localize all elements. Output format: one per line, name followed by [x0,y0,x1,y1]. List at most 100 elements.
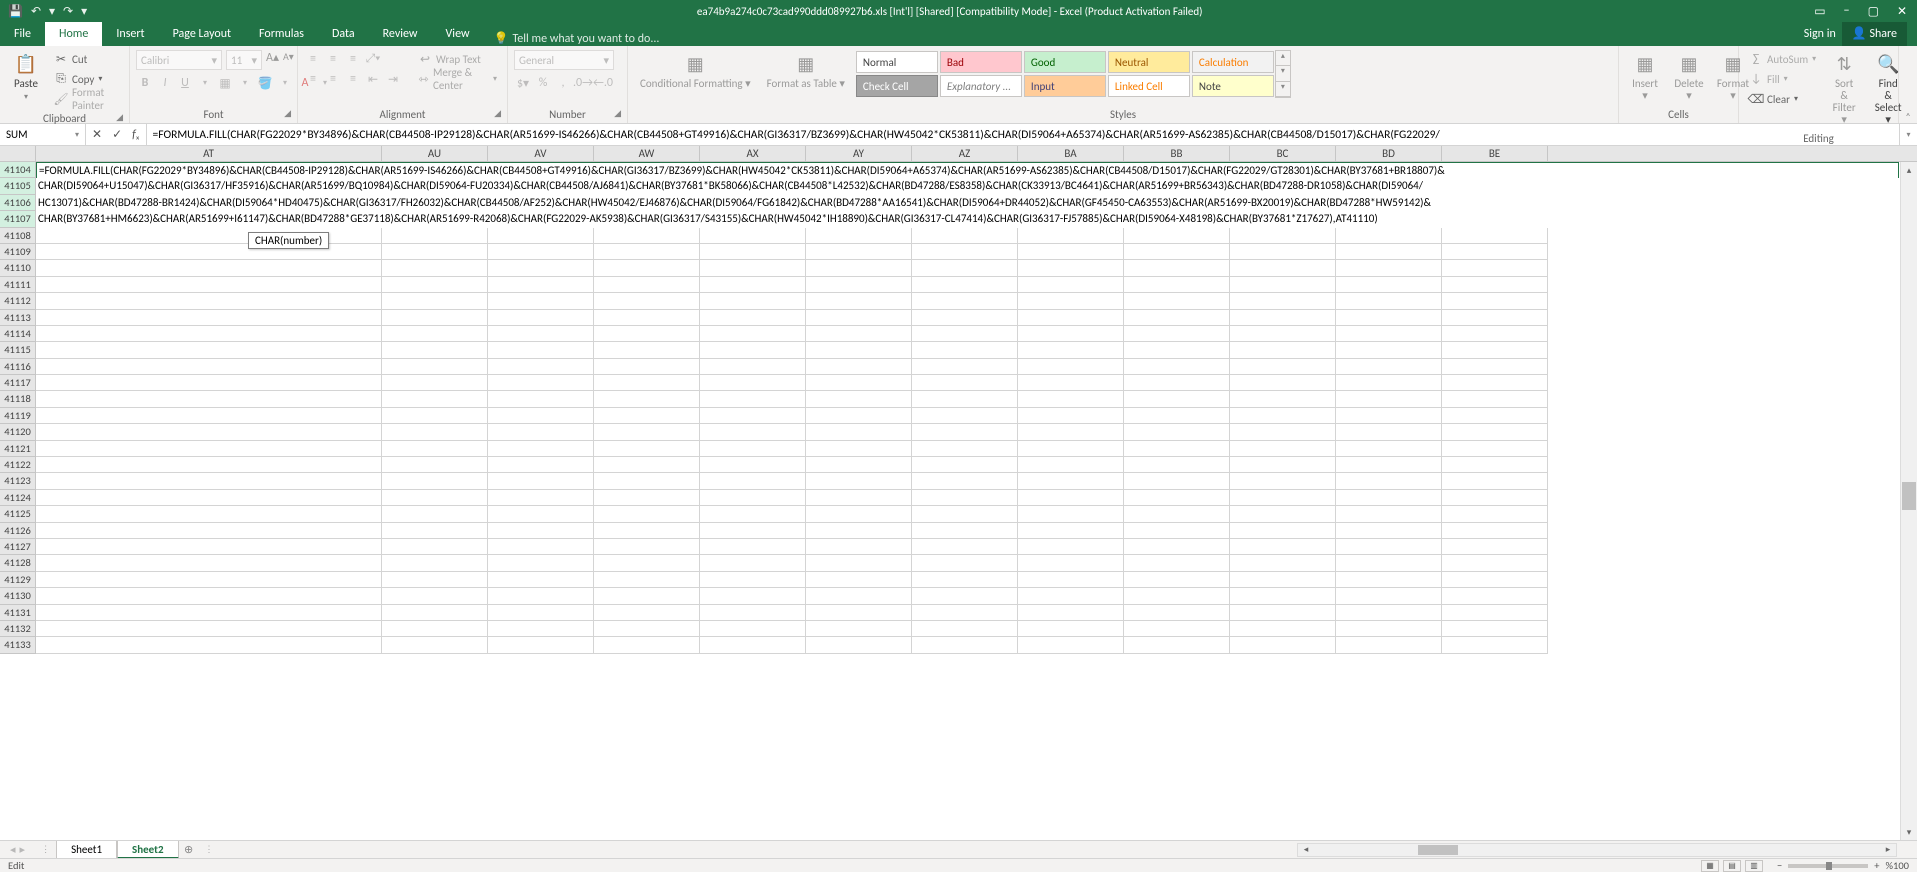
column-header[interactable]: AW [594,146,700,161]
cell[interactable] [806,605,912,621]
fill-button[interactable]: ↓Fill▾ [1745,70,1820,88]
cell[interactable] [1230,244,1336,260]
cell[interactable] [594,572,700,588]
cell[interactable] [912,244,1018,260]
cell[interactable] [594,228,700,244]
cell[interactable] [1018,473,1124,489]
align-middle-icon[interactable]: ≡ [324,50,342,68]
cell[interactable] [1442,310,1548,326]
cell[interactable] [1124,621,1230,637]
cell[interactable] [700,342,806,358]
cell[interactable] [1336,555,1442,571]
cell[interactable] [1124,572,1230,588]
tab-review[interactable]: Review [369,22,432,46]
cell[interactable] [1018,228,1124,244]
cell[interactable] [806,277,912,293]
cell[interactable] [1124,391,1230,407]
cell[interactable] [1124,342,1230,358]
scrollbar-thumb[interactable] [1902,482,1916,510]
cell[interactable] [1230,260,1336,276]
cell[interactable] [806,293,912,309]
cell[interactable] [1230,539,1336,555]
minimize-icon[interactable]: − [1844,4,1850,19]
cell[interactable] [488,424,594,440]
cell[interactable] [36,457,382,473]
cell[interactable] [594,588,700,604]
cell[interactable] [36,637,382,653]
cell[interactable] [912,375,1018,391]
insert-cells-button[interactable]: ▦Insert▾ [1625,50,1665,104]
sheet-nav-last-icon[interactable]: ▸ [20,843,26,856]
cell[interactable] [1230,490,1336,506]
cell[interactable] [594,391,700,407]
cell[interactable] [36,441,382,457]
cell[interactable] [1442,523,1548,539]
cell[interactable] [382,621,488,637]
cell[interactable] [1124,326,1230,342]
cell[interactable] [1336,260,1442,276]
cell[interactable] [700,555,806,571]
cell[interactable] [36,391,382,407]
accounting-icon[interactable]: $▾ [514,74,532,92]
column-header[interactable]: AT [36,146,382,161]
cell[interactable] [700,326,806,342]
cell[interactable] [1018,621,1124,637]
cancel-formula-icon[interactable]: ✕ [92,127,102,142]
row-header[interactable]: 41120 [0,424,36,440]
row-header[interactable]: 41121 [0,441,36,457]
cell[interactable] [382,326,488,342]
cell[interactable] [1336,457,1442,473]
expand-formula-bar-icon[interactable]: ▾ [1899,124,1917,145]
cell[interactable] [1230,457,1336,473]
style-check-cell[interactable]: Check Cell [856,75,938,97]
cell[interactable] [488,375,594,391]
dialog-launcher-icon[interactable]: ◢ [614,108,621,119]
cell[interactable] [1442,555,1548,571]
style-input[interactable]: Input [1024,75,1106,97]
cell[interactable] [912,441,1018,457]
maximize-icon[interactable]: ▢ [1868,4,1879,19]
cell[interactable] [1018,637,1124,653]
cell[interactable] [36,523,382,539]
cell[interactable] [912,490,1018,506]
cell[interactable] [1336,359,1442,375]
cell[interactable] [1336,424,1442,440]
cell[interactable] [806,359,912,375]
cell[interactable] [1336,310,1442,326]
cell[interactable] [806,375,912,391]
row-header[interactable]: 41132 [0,621,36,637]
cell[interactable] [912,621,1018,637]
chevron-down-icon[interactable]: ▾ [75,130,79,140]
cell[interactable] [382,588,488,604]
cell[interactable] [594,277,700,293]
style-normal[interactable]: Normal [856,51,938,73]
cell[interactable] [1124,473,1230,489]
align-top-icon[interactable]: ≡ [304,50,322,68]
cell[interactable] [1018,523,1124,539]
border-dd-icon[interactable]: ▾ [236,74,254,92]
close-icon[interactable]: ✕ [1897,4,1907,19]
cell[interactable] [1230,391,1336,407]
column-header[interactable]: BB [1124,146,1230,161]
cell[interactable] [36,310,382,326]
share-button[interactable]: 👤 Share [1842,22,1907,46]
cell[interactable] [594,523,700,539]
cell[interactable] [1442,473,1548,489]
hscroll-split-handle[interactable]: ⋮ [199,844,220,855]
orientation-icon[interactable]: ⤢▾ [364,50,382,68]
cell[interactable] [1124,555,1230,571]
cell[interactable] [1230,293,1336,309]
ribbon-options-icon[interactable]: ▭ [1814,4,1825,19]
row-header[interactable]: 41127 [0,539,36,555]
cell[interactable] [1018,342,1124,358]
cell[interactable] [1442,228,1548,244]
cell[interactable] [1230,555,1336,571]
cell[interactable] [1124,605,1230,621]
cell[interactable] [382,310,488,326]
styles-down-icon[interactable]: ▾ [1276,66,1290,81]
row-header[interactable]: 41106 [0,195,36,211]
cell[interactable] [700,473,806,489]
cell[interactable] [1230,506,1336,522]
cell[interactable] [382,342,488,358]
cell[interactable] [594,441,700,457]
